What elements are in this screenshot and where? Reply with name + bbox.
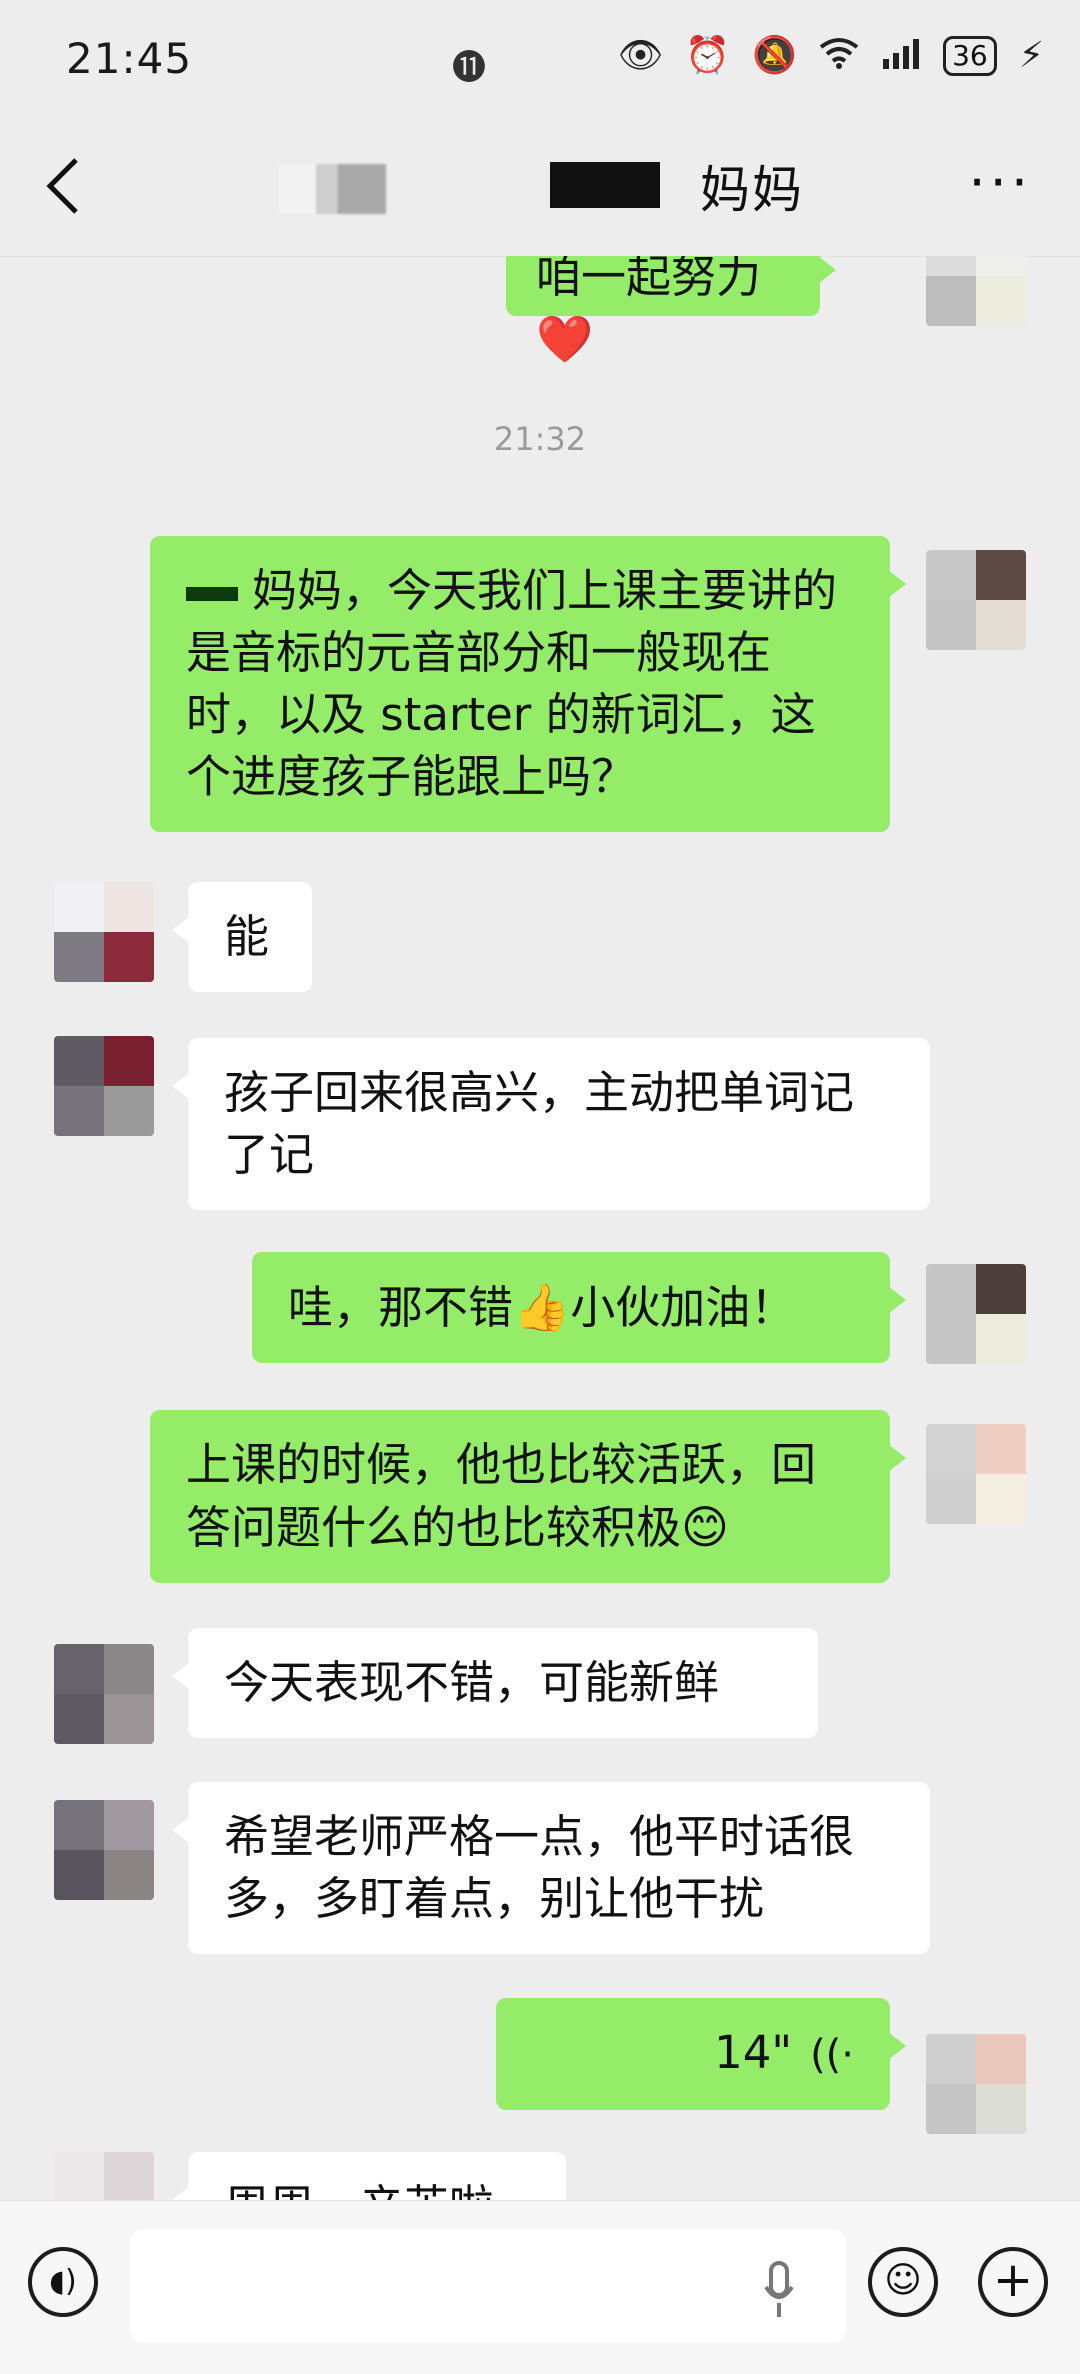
message-bubble-outgoing[interactable]: 哇，那不错👍小伙加油！ bbox=[252, 1252, 906, 1363]
message-bubble-incoming[interactable]: 希望老师严格一点，他平时话很多，多盯着点，别让他干扰 bbox=[172, 1782, 930, 1954]
chevron-left-icon bbox=[46, 158, 78, 214]
thumbs-up-emoji-icon: 👍 bbox=[513, 1280, 571, 1334]
more-functions-button[interactable]: + bbox=[978, 2247, 1048, 2317]
voice-wave-icon: ((· bbox=[810, 2032, 854, 2078]
mute-icon: 🔕 bbox=[752, 35, 798, 76]
voice-message-bubble[interactable]: 14" ((· bbox=[496, 1998, 906, 2110]
microphone-icon[interactable] bbox=[764, 2261, 794, 2321]
heart-emoji-icon: ❤️ bbox=[536, 312, 594, 366]
avatar-self[interactable] bbox=[926, 2034, 1026, 2134]
input-bar: ◖) ☺ + bbox=[0, 2200, 1080, 2374]
back-button[interactable] bbox=[44, 156, 84, 216]
charging-icon: ⚡ bbox=[1018, 35, 1044, 76]
avatar-self[interactable] bbox=[926, 1264, 1026, 1364]
message-bubble-incoming[interactable]: 今天表现不错，可能新鲜 bbox=[172, 1628, 818, 1738]
battery-level: 36 bbox=[943, 36, 997, 76]
chat-title: 妈妈 bbox=[700, 161, 804, 219]
avatar-contact[interactable] bbox=[54, 1644, 154, 1744]
message-bubble-outgoing[interactable]: 上课的时候，他也比较活跃，回答问题什么的也比较积极😊 bbox=[150, 1410, 906, 1583]
message-timestamp: 21:32 bbox=[493, 420, 587, 458]
avatar-self[interactable] bbox=[926, 1424, 1026, 1524]
more-dots-icon: ··· bbox=[968, 151, 1032, 214]
emoji-button[interactable]: ☺ bbox=[868, 2247, 938, 2317]
eye-icon: 👁 bbox=[617, 35, 664, 76]
avatar-contact[interactable] bbox=[54, 2152, 154, 2200]
redacted-name bbox=[550, 162, 660, 208]
message-bubble-outgoing[interactable]: 咱一起努力❤️ bbox=[506, 256, 836, 366]
alarm-icon: ⏰ bbox=[685, 35, 731, 76]
avatar-self[interactable] bbox=[926, 256, 1026, 326]
signal-icon bbox=[881, 37, 921, 76]
emoji-icon: ☺ bbox=[884, 2260, 922, 2301]
message-bubble-incoming[interactable]: 周周，辛苦啦 bbox=[172, 2152, 566, 2200]
hd-icon: ⓫ bbox=[452, 48, 486, 88]
message-input[interactable] bbox=[130, 2229, 846, 2343]
message-list[interactable]: 咱一起努力❤️ 21:32 妈妈，今天我们上课主要讲的是音标的元音部分和一般现在… bbox=[0, 256, 1080, 2200]
wifi-icon bbox=[819, 37, 859, 76]
status-icons: 👁 ⏰ 🔕 36 ⚡ bbox=[618, 36, 1044, 76]
more-options-button[interactable]: ··· bbox=[969, 156, 1033, 210]
avatar-contact[interactable] bbox=[54, 1036, 154, 1136]
redacted-text bbox=[186, 587, 238, 601]
voice-mode-button[interactable]: ◖) bbox=[28, 2247, 98, 2317]
chat-header: 妈妈 ··· bbox=[0, 120, 1080, 257]
avatar-contact[interactable] bbox=[54, 882, 154, 982]
smile-emoji-icon: 😊 bbox=[681, 1500, 729, 1554]
plus-icon: + bbox=[992, 2252, 1034, 2308]
message-bubble-incoming[interactable]: 孩子回来很高兴，主动把单词记了记 bbox=[172, 1038, 930, 1210]
message-bubble-incoming[interactable]: 能 bbox=[172, 882, 312, 992]
avatar-contact[interactable] bbox=[54, 1800, 154, 1900]
status-bar: 21:45 ⓫ 👁 ⏰ 🔕 36 ⚡ bbox=[0, 0, 1080, 120]
voice-mode-icon: ◖) bbox=[49, 2264, 77, 2299]
message-bubble-outgoing[interactable]: 妈妈，今天我们上课主要讲的是音标的元音部分和一般现在时，以及 starter 的… bbox=[150, 536, 906, 832]
voice-duration: 14" bbox=[714, 2026, 793, 2079]
avatar-self[interactable] bbox=[926, 550, 1026, 650]
status-time: 21:45 bbox=[66, 34, 193, 83]
redacted-avatar bbox=[278, 164, 386, 214]
